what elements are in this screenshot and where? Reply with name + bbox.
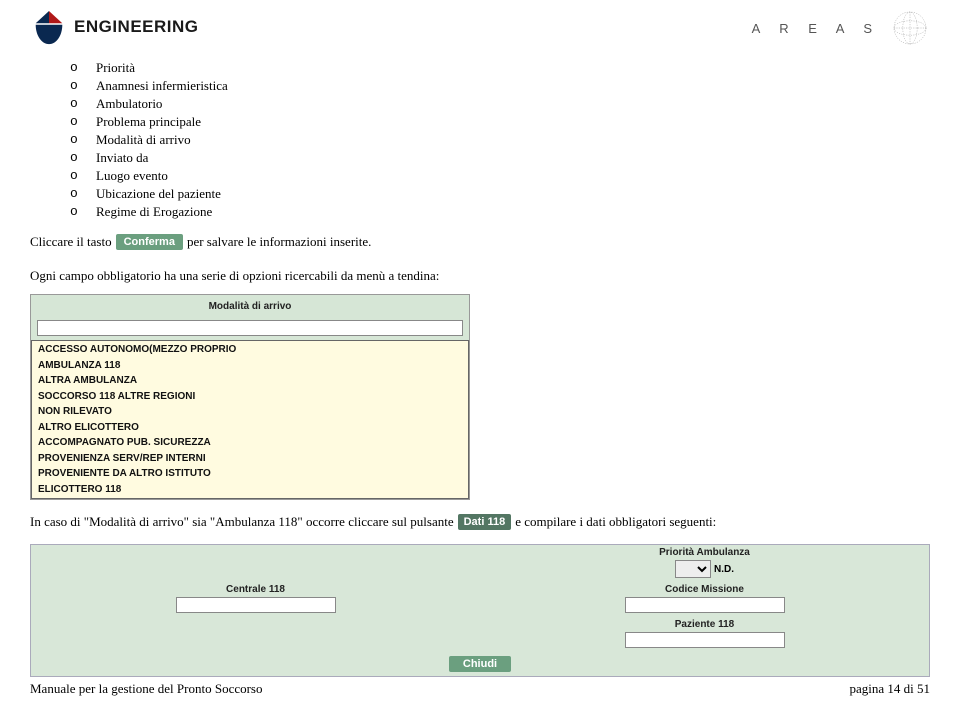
bullet-text: Problema principale: [96, 114, 201, 130]
list-item: oModalità di arrivo: [70, 132, 930, 148]
bullet-text: Inviato da: [96, 150, 148, 166]
bullet-marker: o: [70, 204, 96, 219]
bullet-text: Luogo evento: [96, 168, 168, 184]
bullet-marker: o: [70, 150, 96, 165]
engineering-logo-block: ENGINEERING: [30, 8, 199, 46]
codice-missione-label: Codice Missione: [665, 584, 744, 595]
page-footer: Manuale per la gestione del Pronto Socco…: [30, 681, 930, 697]
codice-missione-input[interactable]: [625, 597, 785, 613]
centrale118-input[interactable]: [176, 597, 336, 613]
dropdown-panel: Modalità di arrivo ACCESSO AUTONOMO(MEZZ…: [30, 294, 470, 500]
dropdown-option[interactable]: ALTRO ELICOTTERO: [32, 420, 468, 436]
list-item: oRegime di Erogazione: [70, 204, 930, 220]
priorita-ambulanza-select[interactable]: [675, 560, 711, 578]
bullet-marker: o: [70, 60, 96, 75]
bullet-text: Priorità: [96, 60, 135, 76]
footer-title: Manuale per la gestione del Pronto Socco…: [30, 681, 263, 697]
text-segment: per salvare le informazioni inserite.: [187, 234, 371, 250]
dropdown-input-row: [31, 318, 469, 340]
bullet-marker: o: [70, 168, 96, 183]
page-header: ENGINEERING A R E A S: [30, 8, 930, 56]
bullet-list: oPriorità oAnamnesi infermieristica oAmb…: [70, 60, 930, 220]
instruction-dati118: In caso di "Modalità di arrivo" sia "Amb…: [30, 514, 930, 530]
dropdown-option[interactable]: ELICOTTERO 118: [32, 482, 468, 498]
bullet-text: Ubicazione del paziente: [96, 186, 221, 202]
dropdown-option[interactable]: ALTRA AMBULANZA: [32, 373, 468, 389]
globe-icon: [890, 8, 930, 48]
priorita-nd-value: N.D.: [714, 564, 734, 575]
dropdown-option[interactable]: AMBULANZA 118: [32, 358, 468, 374]
engineering-text: ENGINEERING: [74, 17, 199, 37]
list-item: oPriorità: [70, 60, 930, 76]
areas-text: A R E A S: [752, 21, 880, 36]
dati118-form-panel: Priorità Ambulanza N.D. Centrale 118 Cod…: [30, 544, 930, 677]
text-segment: In caso di "Modalità di arrivo" sia "Amb…: [30, 514, 454, 530]
dropdown-option[interactable]: SOCCORSO 118 ALTRE REGIONI: [32, 389, 468, 405]
list-item: oInviato da: [70, 150, 930, 166]
priorita-ambulanza-label: Priorità Ambulanza: [659, 547, 750, 558]
areas-logo-block: A R E A S: [752, 8, 930, 48]
instruction-conferma: Cliccare il tasto Conferma per salvare l…: [30, 234, 930, 250]
list-item: oAmbulatorio: [70, 96, 930, 112]
bullet-marker: o: [70, 132, 96, 147]
dropdown-intro-text: Ogni campo obbligatorio ha una serie di …: [30, 268, 930, 284]
paziente118-input[interactable]: [625, 632, 785, 648]
dati118-button[interactable]: Dati 118: [458, 514, 512, 530]
bullet-marker: o: [70, 186, 96, 201]
bullet-text: Anamnesi infermieristica: [96, 78, 228, 94]
centrale118-label: Centrale 118: [226, 584, 285, 595]
bullet-text: Regime di Erogazione: [96, 204, 212, 220]
bullet-text: Ambulatorio: [96, 96, 162, 112]
list-item: oLuogo evento: [70, 168, 930, 184]
chiudi-button[interactable]: Chiudi: [449, 656, 511, 672]
dropdown-options-list: ACCESSO AUTONOMO(MEZZO PROPRIO AMBULANZA…: [31, 340, 469, 499]
list-item: oAnamnesi infermieristica: [70, 78, 930, 94]
dropdown-option[interactable]: PROVENIENZA SERV/REP INTERNI: [32, 451, 468, 467]
dropdown-title: Modalità di arrivo: [31, 295, 469, 318]
bullet-text: Modalità di arrivo: [96, 132, 191, 148]
paziente118-label: Paziente 118: [675, 619, 734, 630]
bullet-marker: o: [70, 96, 96, 111]
list-item: oProblema principale: [70, 114, 930, 130]
conferma-button[interactable]: Conferma: [116, 234, 183, 250]
bullet-marker: o: [70, 78, 96, 93]
footer-page-number: pagina 14 di 51: [849, 681, 930, 697]
text-segment: e compilare i dati obbligatori seguenti:: [515, 514, 716, 530]
text-segment: Cliccare il tasto: [30, 234, 112, 250]
dropdown-option[interactable]: NON RILEVATO: [32, 404, 468, 420]
list-item: oUbicazione del paziente: [70, 186, 930, 202]
dropdown-input[interactable]: [37, 320, 463, 336]
dropdown-option[interactable]: ACCOMPAGNATO PUB. SICUREZZA: [32, 435, 468, 451]
dropdown-option[interactable]: PROVENIENTE DA ALTRO ISTITUTO: [32, 466, 468, 482]
dropdown-option[interactable]: ACCESSO AUTONOMO(MEZZO PROPRIO: [32, 342, 468, 358]
bullet-marker: o: [70, 114, 96, 129]
engineering-logo-icon: [30, 8, 68, 46]
